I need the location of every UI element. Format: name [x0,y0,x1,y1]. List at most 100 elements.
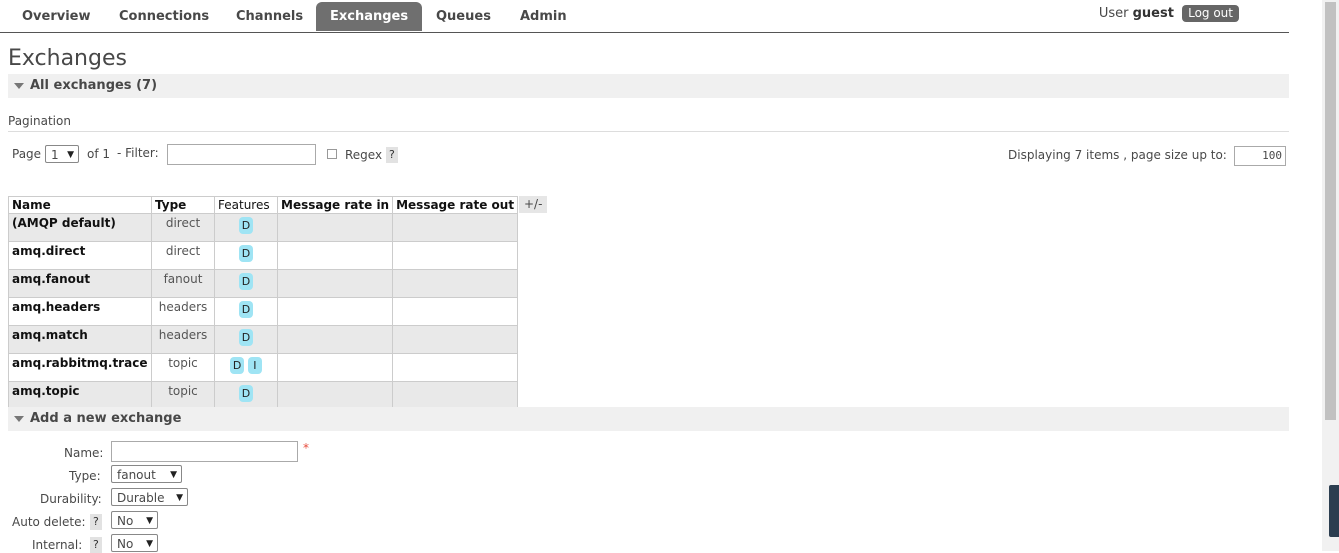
col-header-name[interactable]: Name [8,196,152,214]
exchange-name-link[interactable]: amq.direct [8,241,152,270]
auto-delete-select[interactable]: No ▼ [111,511,158,529]
dropdown-arrow-icon: ▼ [67,150,74,160]
tab-connections[interactable]: Connections [119,2,209,31]
rate-out-cell [392,269,519,298]
add-exchange-title: Add a new exchange [30,411,182,426]
page-label: Page [12,147,42,161]
collapse-triangle-icon [14,415,24,422]
durability-select[interactable]: Durable ▼ [111,488,188,506]
rate-in-cell [276,381,394,410]
page-select[interactable]: 1 ▼ [45,145,79,163]
durable-badge: D [239,273,253,290]
auto-delete-help-button[interactable]: ? [90,514,102,530]
regex-checkbox[interactable] [327,149,337,159]
rate-in-cell [276,241,394,270]
exchange-name-link[interactable]: amq.topic [8,381,152,410]
page-count-label: of 1 [87,147,111,161]
features-cell: D [214,269,278,298]
durable-badge: D [239,301,253,318]
column-toggle-button[interactable]: +/- [519,196,548,213]
rate-out-cell [392,297,519,326]
internal-select-value: No [117,537,134,551]
table-row: amq.match headers D [8,325,519,354]
durable-badge: D [239,329,253,346]
dropdown-arrow-icon: ▼ [146,516,153,526]
col-header-rate-in: Message rate in [276,196,394,214]
user-name: guest [1132,6,1174,21]
dropdown-arrow-icon: ▼ [176,493,183,503]
durability-label: Durability: [40,492,102,506]
user-label: User [1098,6,1129,21]
table-row: amq.topic topic D [8,381,519,410]
exchange-name-link[interactable]: amq.match [8,325,152,354]
rate-out-cell [392,325,519,354]
durability-select-value: Durable [117,491,165,505]
features-cell: D I [214,353,278,382]
scrollbar-thumb[interactable] [1325,2,1336,420]
top-nav: Overview Connections Channels Exchanges … [0,0,1289,33]
internal-badge: I [247,357,262,374]
page-select-value: 1 [51,148,59,162]
col-header-rate-out: Message rate out [392,196,519,214]
required-asterisk: * [303,441,309,455]
page-size-input[interactable]: 100 [1234,146,1286,166]
all-exchanges-header[interactable]: All exchanges (7) [8,74,1289,98]
rate-in-cell [276,297,394,326]
pagination-label: Pagination [8,114,71,128]
logout-button[interactable]: Log out [1182,5,1239,22]
durable-badge: D [239,245,253,262]
dropdown-arrow-icon: ▼ [170,470,177,480]
rate-in-cell [276,213,394,242]
pagination-divider [8,131,1289,132]
features-cell: D [214,213,278,242]
rate-out-cell [392,353,519,382]
filter-input[interactable] [167,144,316,165]
exchange-name-link[interactable]: amq.fanout [8,269,152,298]
table-row: amq.direct direct D [8,241,519,270]
table-header-row: Name Type Features Message rate in Messa… [8,196,519,214]
exchange-name-link[interactable]: (AMQP default) [8,213,152,242]
user-area: User guest Log out [1099,5,1239,22]
exchange-name-link[interactable]: amq.headers [8,297,152,326]
type-select-value: fanout [117,468,156,482]
rate-out-cell [392,241,519,270]
page-title: Exchanges [8,46,127,71]
exchange-type: topic [151,381,215,410]
auto-delete-select-value: No [117,514,134,528]
vertical-scrollbar[interactable] [1322,0,1339,551]
tab-overview[interactable]: Overview [22,2,91,31]
side-widget-icon [1329,485,1339,537]
tab-queues[interactable]: Queues [436,2,491,31]
col-header-features: Features [214,196,278,214]
all-exchanges-title: All exchanges (7) [30,78,158,93]
table-row: amq.headers headers D [8,297,519,326]
auto-delete-label: Auto delete: [12,515,86,529]
durable-badge: D [239,385,253,402]
internal-select[interactable]: No ▼ [111,534,158,552]
table-row: amq.fanout fanout D [8,269,519,298]
tab-admin[interactable]: Admin [520,2,567,31]
rate-in-cell [276,353,394,382]
filter-label: - Filter: [117,146,159,160]
exchange-name-link[interactable]: amq.rabbitmq.trace [8,353,152,382]
rate-in-cell [276,269,394,298]
add-exchange-header[interactable]: Add a new exchange [8,407,1289,431]
features-cell: D [214,381,278,410]
features-cell: D [214,241,278,270]
features-cell: D [214,325,278,354]
name-label: Name: [64,446,104,460]
dropdown-arrow-icon: ▼ [146,539,153,549]
exchange-type: direct [151,213,215,242]
type-select[interactable]: fanout ▼ [111,465,182,483]
exchange-name-input[interactable] [111,441,298,462]
exchange-type: headers [151,297,215,326]
tab-exchanges[interactable]: Exchanges [316,2,423,31]
regex-help-button[interactable]: ? [386,147,398,163]
col-header-type[interactable]: Type [151,196,215,214]
durable-badge: D [230,357,245,374]
durable-badge: D [239,217,253,234]
rate-in-cell [276,325,394,354]
features-cell: D [214,297,278,326]
tab-channels[interactable]: Channels [236,2,303,31]
exchange-type: topic [151,353,215,382]
